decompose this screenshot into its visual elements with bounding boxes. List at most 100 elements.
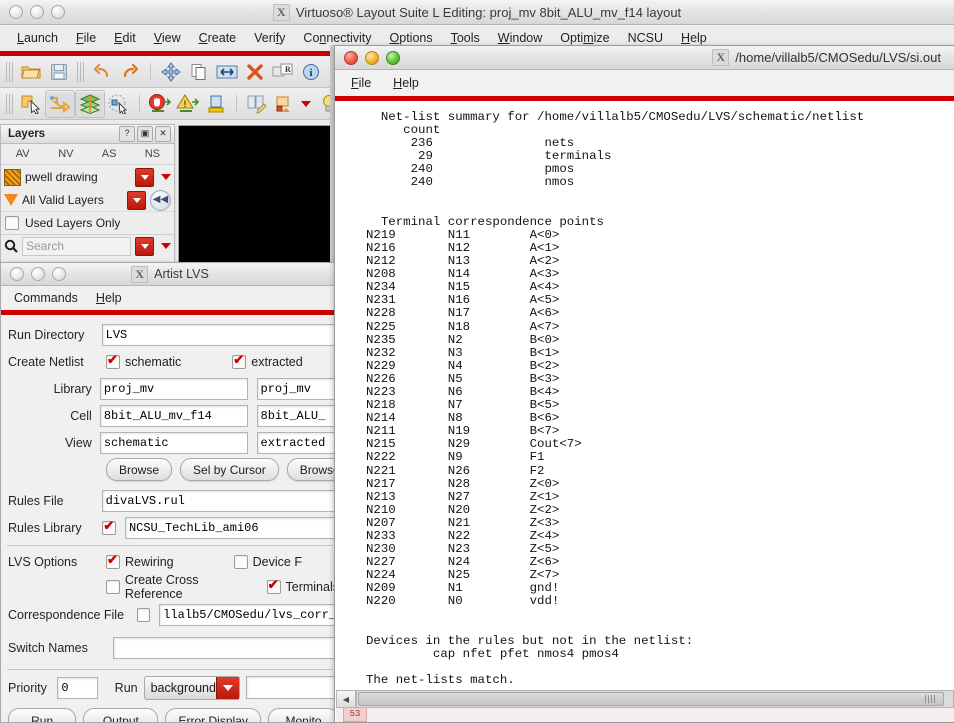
- lvs-menu-commands[interactable]: Commands: [5, 288, 87, 308]
- layers-stack-icon[interactable]: [75, 90, 105, 118]
- maximize-window-button[interactable]: [51, 5, 65, 19]
- chevron-down-icon[interactable]: [216, 677, 239, 699]
- correspondence-file-row: Correspondence File llalb5/CMOSedu/lvs_c…: [1, 601, 339, 628]
- chevron-down-icon[interactable]: [161, 243, 171, 249]
- schematic-checkbox[interactable]: [106, 355, 120, 369]
- run-directory-input[interactable]: LVS: [102, 324, 339, 346]
- chevron-down-icon[interactable]: [301, 101, 311, 107]
- device-fixing-checkbox[interactable]: [234, 555, 248, 569]
- lvs-menubar[interactable]: Commands Help: [1, 286, 339, 310]
- save-icon[interactable]: [45, 59, 73, 85]
- menu-view[interactable]: View: [145, 28, 190, 48]
- rewind-icon[interactable]: ◀◀: [150, 190, 171, 211]
- menu-launch[interactable]: Launch: [8, 28, 67, 48]
- siout-menu-help[interactable]: Help: [389, 73, 423, 93]
- run-extra-input[interactable]: [246, 676, 339, 699]
- ruler-icon[interactable]: [243, 91, 271, 117]
- correspondence-file-checkbox[interactable]: [137, 608, 150, 622]
- layers-search-input[interactable]: Search: [22, 237, 131, 256]
- copy-icon[interactable]: [185, 59, 213, 85]
- layers-col-nv[interactable]: NV: [44, 148, 87, 160]
- siout-minimize-button[interactable]: [365, 51, 379, 65]
- move-icon[interactable]: [157, 59, 185, 85]
- toolbar-grip-2[interactable]: [77, 62, 84, 82]
- menu-verify[interactable]: Verify: [245, 28, 294, 48]
- correspondence-file-input[interactable]: llalb5/CMOSedu/lvs_corr_f: [159, 604, 339, 626]
- menu-edit[interactable]: Edit: [105, 28, 145, 48]
- lvs-menu-help[interactable]: Help: [87, 288, 131, 308]
- siout-horizontal-scrollbar[interactable]: ◀: [336, 690, 954, 708]
- rewiring-checkbox[interactable]: [106, 555, 120, 569]
- toolbar-grip-3[interactable]: [6, 94, 13, 114]
- create-cross-reference-checkbox[interactable]: [106, 580, 120, 594]
- info-icon[interactable]: i: [297, 59, 325, 85]
- siout-maximize-button[interactable]: [386, 51, 400, 65]
- dock-icon[interactable]: ▣: [137, 126, 153, 142]
- stretch-icon[interactable]: [213, 59, 241, 85]
- rules-library-checkbox[interactable]: [102, 521, 116, 535]
- correspondence-file-label: Correspondence File: [8, 608, 137, 622]
- cell-extracted-input[interactable]: 8bit_ALU_: [257, 405, 340, 427]
- sel-by-cursor-button[interactable]: Sel by Cursor: [180, 458, 279, 481]
- toolbar-grip[interactable]: [6, 62, 13, 82]
- layer-filter-dropdown[interactable]: [127, 191, 146, 210]
- redo-icon[interactable]: [116, 59, 144, 85]
- scrollbar-track[interactable]: [356, 690, 954, 708]
- current-layer-row[interactable]: pwell drawing: [1, 165, 174, 189]
- layers-search-dropdown[interactable]: [135, 237, 154, 256]
- help-icon[interactable]: ?: [119, 126, 135, 142]
- stop-marker-icon[interactable]: [146, 91, 174, 117]
- close-icon[interactable]: ✕: [155, 126, 171, 142]
- reshape-icon[interactable]: R: [269, 59, 297, 85]
- extracted-checkbox[interactable]: [232, 355, 246, 369]
- layout-canvas[interactable]: [178, 125, 332, 266]
- open-folder-icon[interactable]: [17, 59, 45, 85]
- rules-file-input[interactable]: divaLVS.rul: [102, 490, 339, 512]
- warning-marker-icon[interactable]: !: [174, 91, 202, 117]
- close-window-button[interactable]: [9, 5, 23, 19]
- menu-create[interactable]: Create: [190, 28, 246, 48]
- view-extracted-input[interactable]: extracted: [257, 432, 340, 454]
- browse-schematic-button[interactable]: Browse: [106, 458, 172, 481]
- run-mode-dropdown[interactable]: background: [144, 676, 240, 700]
- layers-search-row[interactable]: Search: [1, 234, 174, 257]
- siout-close-button[interactable]: [344, 51, 358, 65]
- browse-extracted-button[interactable]: Browse: [287, 458, 340, 481]
- priority-input[interactable]: 0: [57, 677, 97, 699]
- scroll-left-icon[interactable]: ◀: [336, 690, 356, 708]
- rules-library-input[interactable]: NCSU_TechLib_ami06: [125, 517, 339, 539]
- current-layer-dropdown[interactable]: [135, 168, 154, 187]
- select-area-icon[interactable]: [105, 91, 133, 117]
- minimize-window-button[interactable]: [30, 5, 44, 19]
- lvs-maximize-button[interactable]: [52, 267, 66, 281]
- used-layers-only-checkbox[interactable]: [5, 216, 19, 230]
- used-layers-only-row[interactable]: Used Layers Only: [1, 211, 174, 234]
- library-extracted-input[interactable]: proj_mv: [257, 378, 340, 400]
- lvs-window-controls[interactable]: [1, 267, 66, 281]
- siout-menu-file[interactable]: File: [347, 73, 375, 93]
- view-schematic-input[interactable]: schematic: [100, 432, 248, 454]
- menu-file[interactable]: File: [67, 28, 105, 48]
- group-icon[interactable]: [271, 91, 299, 117]
- library-schematic-input[interactable]: proj_mv: [100, 378, 248, 400]
- flight-line-icon[interactable]: [45, 90, 75, 118]
- scrollbar-thumb[interactable]: [358, 692, 944, 706]
- layers-col-ns[interactable]: NS: [131, 148, 174, 160]
- layer-filter-row[interactable]: All Valid Layers ◀◀: [1, 189, 174, 211]
- undo-icon[interactable]: [88, 59, 116, 85]
- terminals-checkbox[interactable]: [267, 580, 281, 594]
- select-shape-icon[interactable]: [17, 91, 45, 117]
- svg-text:R: R: [285, 65, 291, 74]
- lvs-close-button[interactable]: [10, 267, 24, 281]
- siout-menubar[interactable]: File Help: [335, 70, 954, 96]
- chevron-down-icon[interactable]: [161, 174, 171, 180]
- instance-icon[interactable]: [202, 91, 230, 117]
- virtuoso-window-controls[interactable]: [0, 5, 65, 19]
- switch-names-input[interactable]: [113, 637, 340, 659]
- layers-col-av[interactable]: AV: [1, 148, 44, 160]
- lvs-minimize-button[interactable]: [31, 267, 45, 281]
- cell-schematic-input[interactable]: 8bit_ALU_mv_f14: [100, 405, 248, 427]
- delete-icon[interactable]: [241, 59, 269, 85]
- siout-window-controls[interactable]: [335, 51, 400, 65]
- layers-col-as[interactable]: AS: [88, 148, 131, 160]
